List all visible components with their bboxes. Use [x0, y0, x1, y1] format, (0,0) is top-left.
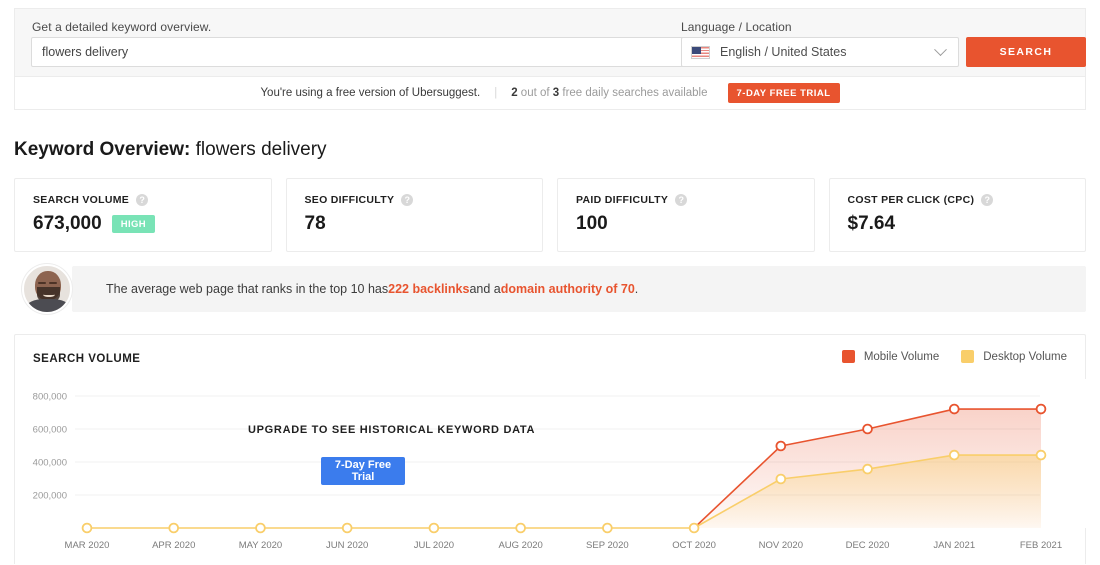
card-value-row: 673,000 HIGH: [33, 213, 253, 235]
x-axis-tick-label: JAN 2021: [933, 540, 975, 551]
card-value-row: $7.64: [848, 213, 1068, 235]
card-label: SEO DIFFICULTY: [304, 194, 395, 206]
free-version-message: You're using a free version of Ubersugge…: [260, 87, 481, 99]
chart-area-desktop: [87, 455, 1041, 528]
legend-swatch-desktop: [961, 350, 975, 363]
chart-plot-area: 200,000 400,000 600,000 800,000 MAR 2020 APR …: [15, 379, 1087, 565]
insight-tip-row: The average web page that ranks in the t…: [14, 264, 1086, 314]
chart-svg: 200,000 400,000 600,000 800,000 MAR 2020 APR …: [33, 379, 1087, 551]
chart-point[interactable]: [948, 403, 960, 415]
chart-point[interactable]: [602, 522, 613, 534]
metric-card-paid-difficulty: PAID DIFFICULTY ? 100: [557, 178, 815, 252]
tip-text-3: .: [634, 282, 639, 296]
card-value: 673,000: [33, 213, 102, 234]
chart-point[interactable]: [341, 522, 353, 534]
y-axis-tick-label: 200,000: [33, 491, 67, 502]
info-icon[interactable]: ?: [981, 194, 994, 206]
x-axis-tick-label: JUN 2020: [326, 540, 368, 551]
x-axis-tick-label: MAR 2020: [65, 540, 110, 551]
card-value: 78: [304, 213, 326, 234]
chart-legend: Mobile Volume Desktop Volume: [841, 350, 1067, 363]
keyword-search-input[interactable]: [31, 37, 684, 67]
metric-cards: SEARCH VOLUME ? 673,000 HIGH SEO DIFFICU…: [14, 178, 1086, 252]
page-title: Keyword Overview: flowers delivery: [14, 139, 327, 161]
insight-tip-text: The average web page that ranks in the t…: [72, 266, 1086, 312]
tip-text-2: and a: [469, 282, 501, 296]
card-header: COST PER CLICK (CPC) ?: [848, 194, 1068, 206]
card-label: PAID DIFFICULTY: [576, 194, 669, 206]
chart-point[interactable]: [688, 522, 700, 534]
info-icon[interactable]: ?: [401, 194, 414, 206]
chart-point[interactable]: [862, 463, 873, 475]
seven-day-free-trial-button[interactable]: 7-DAY FREE TRIAL: [727, 83, 840, 103]
card-header: SEARCH VOLUME ?: [33, 194, 253, 206]
y-axis-tick-label: 800,000: [33, 392, 67, 403]
y-axis-tick-label: 600,000: [33, 425, 67, 436]
banner-divider: |: [494, 87, 498, 99]
daily-search-quota: 2 out of 3 free daily searches available: [511, 87, 707, 99]
chart-point[interactable]: [255, 522, 266, 534]
card-label: COST PER CLICK (CPC): [847, 194, 975, 206]
tip-text-1: The average web page that ranks in the t…: [106, 282, 389, 296]
chart-point[interactable]: [775, 473, 787, 485]
x-axis-tick-label: APR 2020: [152, 540, 195, 551]
chart-point[interactable]: [168, 522, 180, 534]
x-axis-tick-label: SEP 2020: [586, 540, 629, 551]
chart-title: SEARCH VOLUME: [33, 353, 141, 365]
page-title-prefix: Keyword Overview:: [14, 139, 191, 160]
chevron-down-icon: [934, 42, 947, 56]
tip-highlight-backlinks: 222 backlinks: [388, 282, 470, 296]
legend-label-mobile: Mobile Volume: [863, 350, 940, 363]
x-axis-tick-label: NOV 2020: [759, 540, 803, 551]
x-axis-tick-label: OCT 2020: [672, 540, 716, 551]
free-version-banner: You're using a free version of Ubersugge…: [14, 76, 1086, 110]
chart-point[interactable]: [775, 440, 787, 452]
x-axis-tick-label: FEB 2021: [1020, 540, 1062, 551]
status-badge: HIGH: [111, 215, 156, 233]
tip-highlight-authority: domain authority of 70: [500, 282, 635, 296]
language-location-select[interactable]: English / United States: [681, 37, 959, 67]
metric-card-cost-per-click: COST PER CLICK (CPC) ? $7.64: [828, 178, 1086, 252]
card-header: SEO DIFFICULTY ?: [305, 194, 525, 206]
card-value-row: 100: [576, 213, 796, 235]
card-value: 100: [576, 213, 608, 234]
quota-mid: out of: [517, 87, 553, 99]
quota-suffix: free daily searches available: [559, 87, 708, 99]
x-axis-tick-label: MAY 2020: [239, 540, 282, 551]
legend-label-desktop: Desktop Volume: [983, 350, 1067, 363]
card-label: SEARCH VOLUME: [33, 194, 130, 206]
search-button[interactable]: SEARCH: [966, 37, 1086, 67]
search-volume-chart-panel: SEARCH VOLUME Mobile Volume Desktop Volu…: [14, 334, 1087, 565]
chart-point[interactable]: [515, 522, 526, 534]
card-value-row: 78: [305, 213, 525, 235]
card-header: PAID DIFFICULTY ?: [576, 194, 796, 206]
chart-point[interactable]: [428, 522, 440, 534]
chart-point[interactable]: [1035, 403, 1047, 415]
legend-swatch-mobile: [841, 350, 855, 363]
metric-card-seo-difficulty: SEO DIFFICULTY ? 78: [285, 178, 543, 252]
y-axis-tick-label: 400,000: [33, 458, 67, 469]
metric-card-search-volume: SEARCH VOLUME ? 673,000 HIGH: [14, 178, 272, 252]
page-title-keyword: flowers delivery: [190, 139, 327, 160]
legend-item-desktop[interactable]: Desktop Volume: [961, 350, 1067, 363]
keyword-field-label: Get a detailed keyword overview.: [32, 20, 212, 34]
search-panel: Get a detailed keyword overview. Languag…: [14, 8, 1086, 76]
chart-upgrade-trial-button[interactable]: 7-Day Free Trial: [321, 457, 405, 485]
x-axis-tick-label: JUL 2020: [414, 540, 454, 551]
info-icon[interactable]: ?: [136, 194, 149, 206]
card-value: $7.64: [847, 213, 896, 234]
chart-point[interactable]: [81, 522, 93, 534]
chart-upgrade-overlay-title: UPGRADE TO SEE HISTORICAL KEYWORD DATA: [248, 424, 536, 436]
language-location-value: English / United States: [720, 45, 847, 59]
us-flag-icon: [691, 45, 710, 59]
chart-point[interactable]: [948, 449, 960, 461]
chart-point[interactable]: [862, 423, 873, 435]
avatar: [22, 264, 72, 314]
x-axis-tick-label: DEC 2020: [846, 540, 890, 551]
language-location-label: Language / Location: [681, 20, 792, 34]
chart-point[interactable]: [1035, 449, 1047, 461]
x-axis-tick-label: AUG 2020: [498, 540, 542, 551]
info-icon[interactable]: ?: [675, 194, 688, 206]
legend-item-mobile[interactable]: Mobile Volume: [841, 350, 940, 363]
